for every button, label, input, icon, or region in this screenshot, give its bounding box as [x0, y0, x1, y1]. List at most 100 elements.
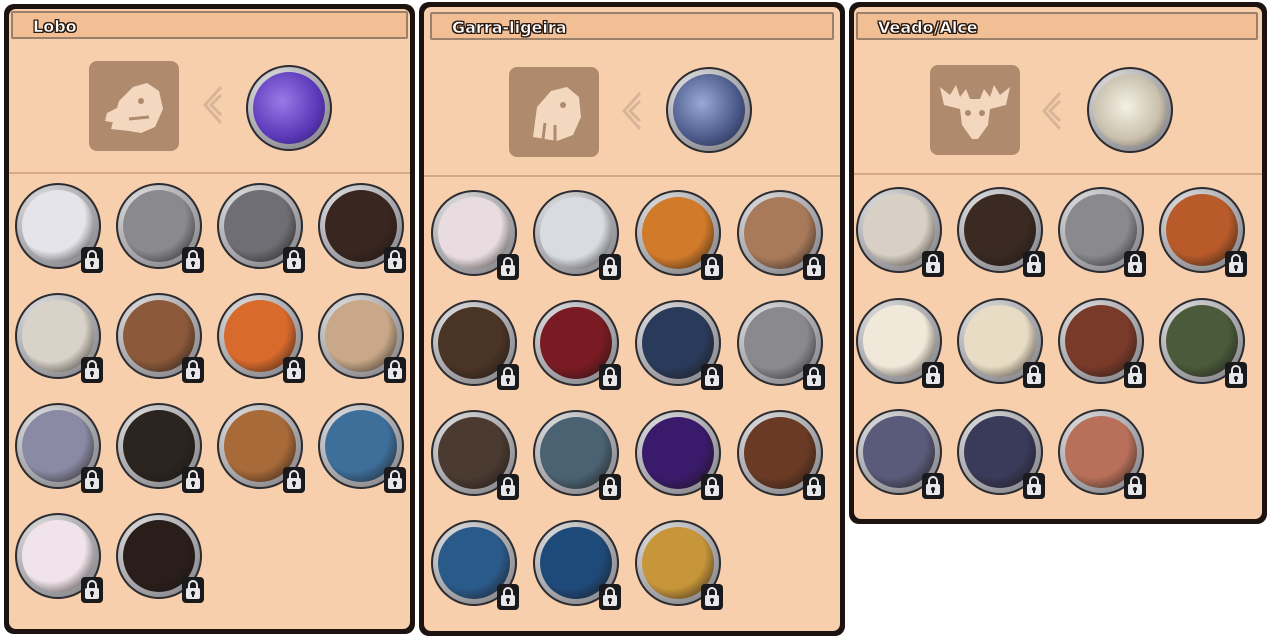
wolf-silhouette-icon: [89, 61, 179, 151]
skin-item[interactable]: [427, 186, 521, 280]
skin-item[interactable]: [529, 296, 623, 390]
panel-lobo: Lobo: [4, 4, 415, 634]
skin-item[interactable]: [529, 406, 623, 500]
sabertooth-silhouette-icon: [509, 67, 599, 157]
skin-item[interactable]: [631, 296, 725, 390]
skin-item[interactable]: [112, 179, 206, 273]
skin-item[interactable]: [213, 179, 307, 273]
featured-skin[interactable]: [1083, 63, 1177, 157]
lock-icon: [1023, 251, 1045, 277]
skin-item[interactable]: [631, 406, 725, 500]
skin-item[interactable]: [854, 405, 946, 499]
skin-item[interactable]: [11, 289, 105, 383]
skin-item[interactable]: [314, 179, 408, 273]
lock-icon: [599, 254, 621, 280]
skin-item[interactable]: [11, 509, 105, 603]
panel-veado-alce: Veado/Alce: [849, 2, 1267, 524]
skin-item[interactable]: [733, 406, 827, 500]
skin-item[interactable]: [314, 289, 408, 383]
skin-item[interactable]: [11, 399, 105, 493]
skin-item[interactable]: [953, 405, 1047, 499]
lock-icon: [182, 577, 204, 603]
lock-icon: [384, 247, 406, 273]
skin-item[interactable]: [112, 289, 206, 383]
lock-icon: [599, 364, 621, 390]
lock-icon: [283, 467, 305, 493]
chevron-left-icon: [621, 92, 642, 130]
skin-item[interactable]: [733, 296, 827, 390]
panel-title: Veado/Alce: [878, 18, 978, 38]
lock-icon: [1225, 251, 1247, 277]
lock-icon: [81, 577, 103, 603]
lock-icon: [384, 467, 406, 493]
lock-icon: [283, 357, 305, 383]
lock-icon: [182, 247, 204, 273]
skin-item[interactable]: [112, 509, 206, 603]
lock-icon: [384, 357, 406, 383]
skin-item[interactable]: [854, 294, 946, 388]
title-bar: Lobo: [11, 11, 408, 39]
lock-icon: [599, 584, 621, 610]
skin-item[interactable]: [1054, 183, 1148, 277]
lock-icon: [81, 247, 103, 273]
skin-item[interactable]: [427, 406, 521, 500]
lock-icon: [599, 474, 621, 500]
lock-icon: [701, 254, 723, 280]
panel-garra-ligeira: Garra-ligeira: [419, 2, 845, 636]
lock-icon: [497, 584, 519, 610]
divider: [9, 172, 410, 174]
skin-item[interactable]: [1054, 405, 1148, 499]
skin-item[interactable]: [427, 296, 521, 390]
skin-item[interactable]: [314, 399, 408, 493]
skin-item[interactable]: [631, 186, 725, 280]
chevron-left-icon: [202, 86, 223, 124]
lock-icon: [497, 254, 519, 280]
moose-silhouette-icon: [930, 65, 1020, 155]
lock-icon: [497, 364, 519, 390]
skin-item[interactable]: [213, 289, 307, 383]
skin-item[interactable]: [854, 183, 946, 277]
lock-icon: [1023, 473, 1045, 499]
skin-item[interactable]: [529, 186, 623, 280]
lock-icon: [803, 364, 825, 390]
featured-skin[interactable]: [662, 63, 756, 157]
skin-item[interactable]: [953, 183, 1047, 277]
lock-icon: [1225, 362, 1247, 388]
lock-icon: [1023, 362, 1045, 388]
skin-item[interactable]: [112, 399, 206, 493]
lock-icon: [81, 467, 103, 493]
title-bar: Garra-ligeira: [430, 12, 834, 40]
skin-item[interactable]: [11, 179, 105, 273]
skin-item[interactable]: [953, 294, 1047, 388]
moose-head-icon: [1094, 74, 1166, 146]
skin-item[interactable]: [631, 516, 725, 610]
lock-icon: [1124, 362, 1146, 388]
lock-icon: [803, 474, 825, 500]
title-bar: Veado/Alce: [856, 12, 1258, 40]
skin-item[interactable]: [213, 399, 307, 493]
panel-title: Lobo: [33, 17, 77, 37]
lock-icon: [701, 584, 723, 610]
wolf-head-icon: [253, 72, 325, 144]
skin-item[interactable]: [1054, 294, 1148, 388]
panel-title: Garra-ligeira: [452, 18, 567, 38]
lock-icon: [922, 473, 944, 499]
lock-icon: [497, 474, 519, 500]
lock-icon: [283, 247, 305, 273]
skin-item[interactable]: [1155, 183, 1249, 277]
skin-item[interactable]: [733, 186, 827, 280]
divider: [854, 173, 1262, 175]
lock-icon: [701, 364, 723, 390]
lock-icon: [701, 474, 723, 500]
lock-icon: [81, 357, 103, 383]
chevron-left-icon: [1041, 92, 1062, 130]
sabertooth-head-icon: [673, 74, 745, 146]
skin-item[interactable]: [529, 516, 623, 610]
lock-icon: [1124, 251, 1146, 277]
skin-item[interactable]: [1155, 294, 1249, 388]
lock-icon: [922, 251, 944, 277]
lock-icon: [803, 254, 825, 280]
featured-skin[interactable]: [242, 61, 336, 155]
skin-item[interactable]: [427, 516, 521, 610]
lock-icon: [922, 362, 944, 388]
